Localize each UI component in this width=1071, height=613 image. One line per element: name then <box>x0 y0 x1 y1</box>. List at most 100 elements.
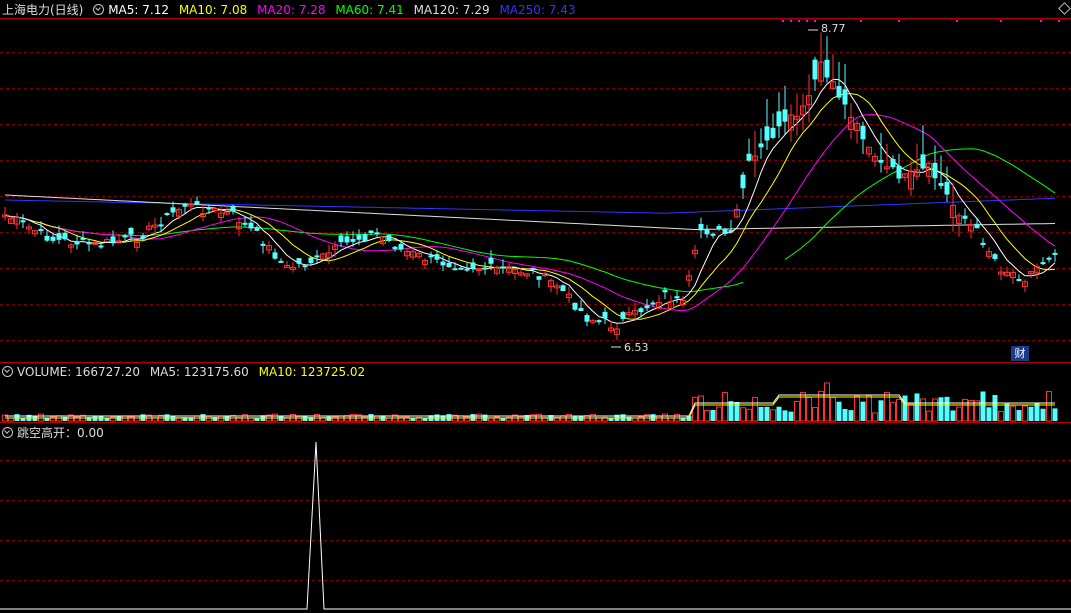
finance-button[interactable]: 财 <box>1011 346 1029 361</box>
candle-body <box>74 241 80 245</box>
signal-dot <box>1040 20 1042 22</box>
indicator-dropdown-icon[interactable] <box>93 4 105 15</box>
candle-body <box>206 207 212 210</box>
candle-body <box>992 254 998 259</box>
volume-bar <box>812 407 818 422</box>
ma60-value: MA60: 7.41 <box>335 3 404 17</box>
volume-bar <box>926 410 932 422</box>
candle-body <box>530 267 536 270</box>
volume-bar <box>878 400 884 421</box>
volume-bar <box>854 395 860 422</box>
volume-bar <box>122 415 128 422</box>
volume-bar <box>1010 405 1016 422</box>
volume-bar <box>296 415 302 422</box>
volume-bar <box>32 416 38 421</box>
volume-bar <box>860 401 866 421</box>
candle-body <box>158 224 164 227</box>
volume-bar <box>746 408 752 422</box>
candle-body <box>182 204 188 207</box>
candle-body <box>62 232 68 240</box>
volume-bar <box>896 398 902 422</box>
volume-bar <box>728 401 734 421</box>
candle-body <box>944 181 950 195</box>
signal-dot <box>782 20 784 22</box>
volume-bar <box>1004 403 1010 421</box>
volume-bar <box>770 409 776 422</box>
volume-bar <box>1040 408 1046 421</box>
signal-dot <box>814 20 816 22</box>
candle-body <box>458 267 464 270</box>
candle-body <box>782 109 788 122</box>
stock-title[interactable]: 上海电力(日线) <box>2 3 83 17</box>
candle-body <box>710 233 716 236</box>
ma10-value: MA10: 7.08 <box>178 3 248 17</box>
candle-body <box>758 143 764 148</box>
candle-body <box>362 234 368 242</box>
signal-dot <box>1000 20 1002 22</box>
candle-body <box>452 268 458 271</box>
candle-body <box>398 243 404 250</box>
volume-bar <box>824 382 830 422</box>
candle-body <box>842 89 848 105</box>
volume-bar <box>1034 403 1040 421</box>
candle-body <box>50 236 56 241</box>
candle-body <box>878 159 884 163</box>
candle-body <box>980 242 986 245</box>
stock-chart-window: 上海电力(日线) MA5: 7.12 MA10: 7.08 MA20: 7.28… <box>0 0 1071 613</box>
candle-body <box>938 183 944 186</box>
candle-body <box>536 276 542 280</box>
candle-body <box>764 126 770 141</box>
volume-bar <box>764 406 770 421</box>
ma250-line <box>4 197 1056 214</box>
volume-bar <box>782 410 788 421</box>
candle-body <box>170 207 176 213</box>
volume-ma5-line <box>5 394 1055 417</box>
volume-bar <box>806 396 812 422</box>
indicator-panel-dropdown-icon[interactable] <box>2 427 13 438</box>
volume-bar <box>1016 410 1022 421</box>
candle-body <box>620 312 626 319</box>
candle-body <box>254 227 260 231</box>
volume-bar <box>992 395 998 421</box>
candle-body <box>374 232 380 235</box>
high-price-label: 8.77 <box>821 22 846 35</box>
volume-bar <box>326 416 332 421</box>
candle-body <box>974 223 980 229</box>
candle-body <box>932 162 938 179</box>
volume-bar <box>902 395 908 421</box>
candle-body <box>578 308 584 311</box>
candle-body <box>740 174 746 189</box>
candle-body <box>86 242 92 245</box>
volume-bar <box>116 416 122 421</box>
volume-dropdown-icon[interactable] <box>2 366 13 377</box>
volume-bar <box>302 416 308 421</box>
signal-dot <box>790 20 792 22</box>
candle-body <box>128 227 134 235</box>
volume-bar <box>950 410 956 421</box>
candle-body <box>140 235 146 239</box>
candle-body <box>98 245 104 248</box>
candle-body <box>1046 257 1052 260</box>
candle-body <box>776 111 782 127</box>
candle-body <box>104 239 110 243</box>
volume-bar <box>92 416 98 421</box>
candle-body <box>1052 252 1058 255</box>
candle-body <box>962 215 968 219</box>
volume-ma10-value: MA10: 123725.02 <box>258 365 366 379</box>
candle-body <box>572 302 578 310</box>
candle-body <box>20 220 26 223</box>
volume-bar <box>944 396 950 421</box>
gap-up-signal-line <box>0 441 1071 610</box>
volume-bar <box>752 396 758 422</box>
candle-body <box>746 153 752 161</box>
signal-dot <box>956 20 958 22</box>
price-chart-area[interactable] <box>0 0 1071 613</box>
volume-bar <box>920 398 926 422</box>
candle-body <box>56 233 62 240</box>
volume-value: VOLUME: 166727.20 <box>17 365 140 379</box>
volume-bar <box>1028 406 1034 421</box>
candle-body <box>716 225 722 230</box>
volume-bar <box>836 401 842 421</box>
candle-body <box>386 235 392 241</box>
signal-dot <box>806 20 808 22</box>
